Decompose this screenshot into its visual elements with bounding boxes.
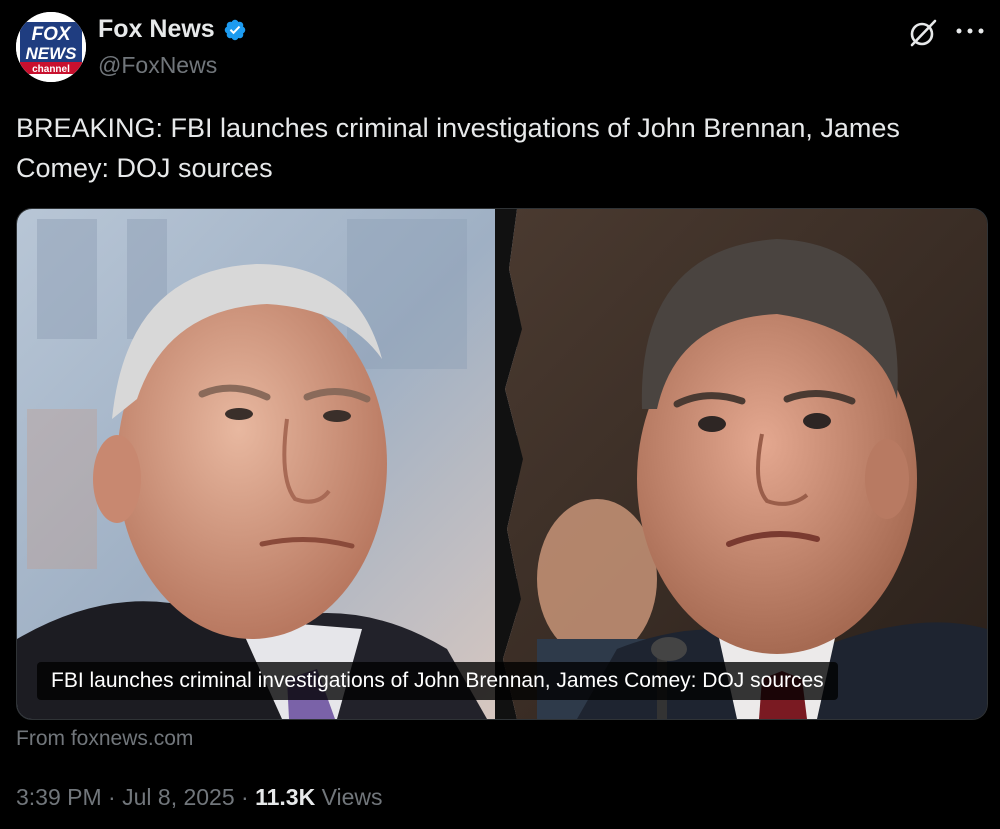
photo-of-james-comey [503, 209, 987, 719]
card-source[interactable]: From foxnews.com [16, 727, 193, 751]
tweet-meta: 3:39 PM · Jul 8, 2025 · 11.3K Views [16, 784, 383, 811]
name-row: Fox News [98, 15, 247, 44]
avatar[interactable]: FOX NEWS channel [16, 12, 86, 82]
card-image [17, 209, 987, 719]
handle[interactable]: @FoxNews [98, 52, 217, 79]
photo-of-john-brennan [17, 209, 517, 719]
tweet-text: BREAKING: FBI launches criminal investig… [16, 113, 900, 183]
verified-badge-icon[interactable] [223, 18, 247, 42]
avatar-text-top: FOX [31, 24, 71, 45]
display-name[interactable]: Fox News [98, 15, 215, 44]
meta-separator-2: · [241, 784, 249, 810]
avatar-text-mid: NEWS [26, 44, 78, 63]
card-caption[interactable]: FBI launches criminal investigations of … [37, 662, 838, 700]
tweet-date[interactable]: Jul 8, 2025 [122, 784, 235, 810]
views-count[interactable]: 11.3K [255, 784, 315, 810]
views-label: Views [321, 784, 383, 810]
fox-news-channel-logo-icon: FOX NEWS channel [16, 12, 86, 82]
grok-icon[interactable] [908, 18, 938, 48]
avatar-text-bottom: channel [32, 64, 70, 75]
link-card[interactable]: FBI launches criminal investigations of … [16, 208, 988, 720]
tweet-time[interactable]: 3:39 PM [16, 784, 102, 810]
tweet: FOX NEWS channel Fox News @FoxNews BREAK… [0, 0, 1000, 829]
meta-separator-1: · [108, 784, 116, 810]
more-options-icon[interactable] [953, 16, 987, 46]
